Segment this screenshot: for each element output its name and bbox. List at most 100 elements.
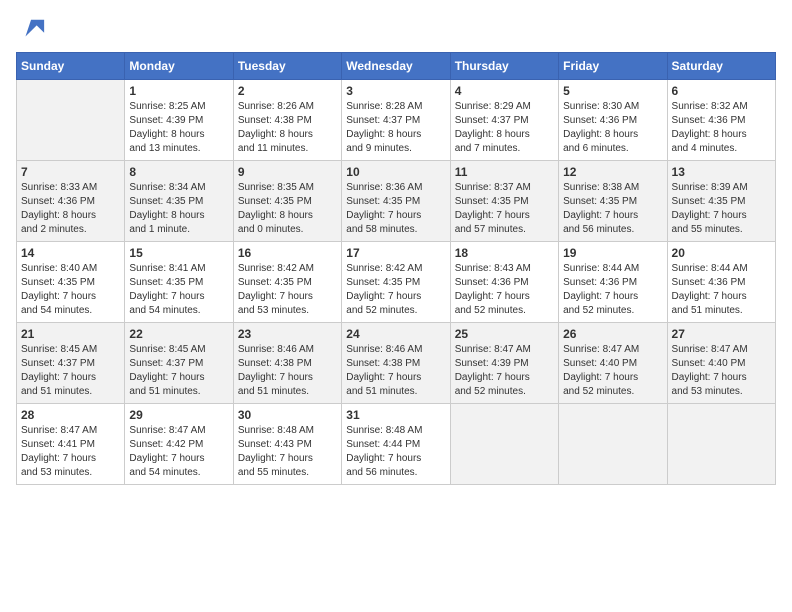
day-info: Sunrise: 8:48 AM Sunset: 4:44 PM Dayligh… — [346, 424, 445, 480]
calendar-cell — [17, 80, 125, 161]
day-number: 16 — [238, 246, 337, 260]
day-number: 17 — [346, 246, 445, 260]
calendar-cell: 29 Sunrise: 8:47 AM Sunset: 4:42 PM Dayli… — [125, 404, 233, 485]
calendar-cell: 5 Sunrise: 8:30 AM Sunset: 4:36 PM Daylig… — [559, 80, 667, 161]
day-number: 21 — [21, 327, 120, 341]
calendar-cell: 6 Sunrise: 8:32 AM Sunset: 4:36 PM Daylig… — [667, 80, 775, 161]
col-header-thursday: Thursday — [450, 53, 558, 80]
day-number: 30 — [238, 408, 337, 422]
calendar-cell: 14Sunrise: 8:40 AM Sunset: 4:35 PM Dayli… — [17, 242, 125, 323]
day-info: Sunrise: 8:29 AM Sunset: 4:37 PM Dayligh… — [455, 100, 554, 156]
day-info: Sunrise: 8:45 AM Sunset: 4:37 PM Dayligh… — [21, 343, 120, 399]
calendar-cell — [559, 404, 667, 485]
day-info: Sunrise: 8:38 AM Sunset: 4:35 PM Dayligh… — [563, 181, 662, 237]
day-info: Sunrise: 8:46 AM Sunset: 4:38 PM Dayligh… — [346, 343, 445, 399]
calendar-cell: 25Sunrise: 8:47 AM Sunset: 4:39 PM Dayli… — [450, 323, 558, 404]
day-number: 15 — [129, 246, 228, 260]
calendar-cell: 26Sunrise: 8:47 AM Sunset: 4:40 PM Dayli… — [559, 323, 667, 404]
col-header-saturday: Saturday — [667, 53, 775, 80]
day-number: 5 — [563, 84, 662, 98]
calendar-cell: 8 Sunrise: 8:34 AM Sunset: 4:35 PM Daylig… — [125, 161, 233, 242]
calendar-cell: 16 Sunrise: 8:42 AM Sunset: 4:35 PM Dayli… — [233, 242, 341, 323]
day-info: Sunrise: 8:40 AM Sunset: 4:35 PM Dayligh… — [21, 262, 120, 318]
day-info: Sunrise: 8:47 AM Sunset: 4:41 PM Dayligh… — [21, 424, 120, 480]
calendar-cell: 28Sunrise: 8:47 AM Sunset: 4:41 PM Dayli… — [17, 404, 125, 485]
calendar-cell: 19 Sunrise: 8:44 AM Sunset: 4:36 PM Dayli… — [559, 242, 667, 323]
day-info: Sunrise: 8:32 AM Sunset: 4:36 PM Dayligh… — [672, 100, 771, 156]
day-info: Sunrise: 8:28 AM Sunset: 4:37 PM Dayligh… — [346, 100, 445, 156]
week-row-5: 28Sunrise: 8:47 AM Sunset: 4:41 PM Dayli… — [17, 404, 776, 485]
day-number: 1 — [129, 84, 228, 98]
day-info: Sunrise: 8:34 AM Sunset: 4:35 PM Dayligh… — [129, 181, 228, 237]
calendar-cell: 3 Sunrise: 8:28 AM Sunset: 4:37 PM Daylig… — [342, 80, 450, 161]
day-number: 20 — [672, 246, 771, 260]
calendar-cell: 4 Sunrise: 8:29 AM Sunset: 4:37 PM Daylig… — [450, 80, 558, 161]
day-info: Sunrise: 8:30 AM Sunset: 4:36 PM Dayligh… — [563, 100, 662, 156]
day-number: 3 — [346, 84, 445, 98]
day-info: Sunrise: 8:37 AM Sunset: 4:35 PM Dayligh… — [455, 181, 554, 237]
day-number: 8 — [129, 165, 228, 179]
col-header-wednesday: Wednesday — [342, 53, 450, 80]
day-number: 19 — [563, 246, 662, 260]
calendar-cell: 7 Sunrise: 8:33 AM Sunset: 4:36 PM Daylig… — [17, 161, 125, 242]
day-number: 31 — [346, 408, 445, 422]
calendar-cell: 1 Sunrise: 8:25 AM Sunset: 4:39 PM Daylig… — [125, 80, 233, 161]
day-number: 11 — [455, 165, 554, 179]
day-info: Sunrise: 8:44 AM Sunset: 4:36 PM Dayligh… — [563, 262, 662, 318]
calendar-cell: 30Sunrise: 8:48 AM Sunset: 4:43 PM Dayli… — [233, 404, 341, 485]
calendar-cell: 24 Sunrise: 8:46 AM Sunset: 4:38 PM Dayli… — [342, 323, 450, 404]
calendar-cell: 20 Sunrise: 8:44 AM Sunset: 4:36 PM Dayli… — [667, 242, 775, 323]
calendar-cell: 10 Sunrise: 8:36 AM Sunset: 4:35 PM Dayli… — [342, 161, 450, 242]
calendar-cell: 11 Sunrise: 8:37 AM Sunset: 4:35 PM Dayli… — [450, 161, 558, 242]
day-number: 7 — [21, 165, 120, 179]
calendar-cell: 9 Sunrise: 8:35 AM Sunset: 4:35 PM Daylig… — [233, 161, 341, 242]
calendar-cell: 21 Sunrise: 8:45 AM Sunset: 4:37 PM Dayli… — [17, 323, 125, 404]
calendar-cell: 12 Sunrise: 8:38 AM Sunset: 4:35 PM Dayli… — [559, 161, 667, 242]
day-number: 18 — [455, 246, 554, 260]
day-info: Sunrise: 8:45 AM Sunset: 4:37 PM Dayligh… — [129, 343, 228, 399]
col-header-friday: Friday — [559, 53, 667, 80]
week-row-3: 14Sunrise: 8:40 AM Sunset: 4:35 PM Dayli… — [17, 242, 776, 323]
day-number: 9 — [238, 165, 337, 179]
calendar-header: SundayMondayTuesdayWednesdayThursdayFrid… — [17, 53, 776, 80]
day-info: Sunrise: 8:35 AM Sunset: 4:35 PM Dayligh… — [238, 181, 337, 237]
week-row-2: 7 Sunrise: 8:33 AM Sunset: 4:36 PM Daylig… — [17, 161, 776, 242]
col-header-sunday: Sunday — [17, 53, 125, 80]
day-number: 2 — [238, 84, 337, 98]
day-info: Sunrise: 8:44 AM Sunset: 4:36 PM Dayligh… — [672, 262, 771, 318]
calendar-table: SundayMondayTuesdayWednesdayThursdayFrid… — [16, 52, 776, 485]
day-info: Sunrise: 8:47 AM Sunset: 4:42 PM Dayligh… — [129, 424, 228, 480]
day-number: 29 — [129, 408, 228, 422]
calendar-cell: 2 Sunrise: 8:26 AM Sunset: 4:38 PM Daylig… — [233, 80, 341, 161]
day-number: 12 — [563, 165, 662, 179]
calendar-cell: 18 Sunrise: 8:43 AM Sunset: 4:36 PM Dayli… — [450, 242, 558, 323]
day-info: Sunrise: 8:43 AM Sunset: 4:36 PM Dayligh… — [455, 262, 554, 318]
day-number: 10 — [346, 165, 445, 179]
day-info: Sunrise: 8:25 AM Sunset: 4:39 PM Dayligh… — [129, 100, 228, 156]
day-info: Sunrise: 8:46 AM Sunset: 4:38 PM Dayligh… — [238, 343, 337, 399]
col-header-tuesday: Tuesday — [233, 53, 341, 80]
day-info: Sunrise: 8:42 AM Sunset: 4:35 PM Dayligh… — [346, 262, 445, 318]
day-info: Sunrise: 8:42 AM Sunset: 4:35 PM Dayligh… — [238, 262, 337, 318]
day-info: Sunrise: 8:36 AM Sunset: 4:35 PM Dayligh… — [346, 181, 445, 237]
day-number: 22 — [129, 327, 228, 341]
calendar-body: 1 Sunrise: 8:25 AM Sunset: 4:39 PM Daylig… — [17, 80, 776, 485]
day-number: 27 — [672, 327, 771, 341]
calendar-cell: 17 Sunrise: 8:42 AM Sunset: 4:35 PM Dayli… — [342, 242, 450, 323]
calendar-cell: 27 Sunrise: 8:47 AM Sunset: 4:40 PM Dayli… — [667, 323, 775, 404]
day-number: 26 — [563, 327, 662, 341]
day-number: 23 — [238, 327, 337, 341]
calendar-cell — [667, 404, 775, 485]
day-info: Sunrise: 8:26 AM Sunset: 4:38 PM Dayligh… — [238, 100, 337, 156]
day-number: 4 — [455, 84, 554, 98]
day-info: Sunrise: 8:47 AM Sunset: 4:40 PM Dayligh… — [672, 343, 771, 399]
col-header-monday: Monday — [125, 53, 233, 80]
day-number: 24 — [346, 327, 445, 341]
week-row-1: 1 Sunrise: 8:25 AM Sunset: 4:39 PM Daylig… — [17, 80, 776, 161]
day-number: 6 — [672, 84, 771, 98]
day-info: Sunrise: 8:33 AM Sunset: 4:36 PM Dayligh… — [21, 181, 120, 237]
day-info: Sunrise: 8:39 AM Sunset: 4:35 PM Dayligh… — [672, 181, 771, 237]
logo-icon — [18, 16, 46, 44]
calendar-cell: 15Sunrise: 8:41 AM Sunset: 4:35 PM Dayli… — [125, 242, 233, 323]
calendar-cell: 23 Sunrise: 8:46 AM Sunset: 4:38 PM Dayli… — [233, 323, 341, 404]
